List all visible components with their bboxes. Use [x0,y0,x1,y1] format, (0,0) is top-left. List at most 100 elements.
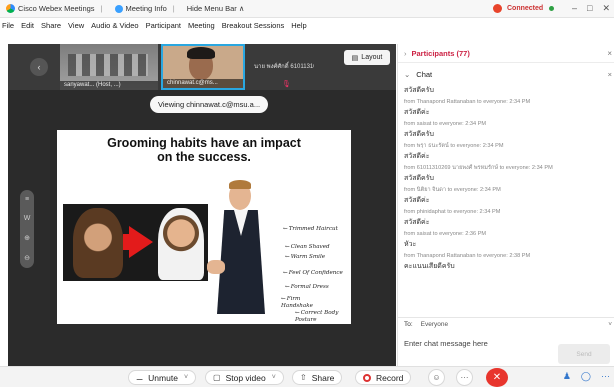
chat-recipient-select[interactable]: To: Everyone ˅ [398,317,614,331]
menu-share[interactable]: Share [41,21,61,30]
menu-edit[interactable]: Edit [21,21,34,30]
chat-message-text: คะแนนเสียดีครับ [404,263,455,270]
participants-header[interactable]: › Participants (77) × [398,44,614,63]
menu-file[interactable]: File [2,21,14,30]
layout-icon: ▤ [351,54,359,62]
meeting-info-label: Meeting Info [125,4,167,13]
share-label: Share [311,372,335,383]
microphone-muted-icon: ⚊ [136,373,144,382]
chat-message-meta: from Thanapond Rattanaban to everyone: 2… [404,253,531,259]
viewing-indicator[interactable]: Viewing chinnawat.c@msu.a... [150,96,269,113]
end-meeting-button[interactable]: ✕ [486,368,508,387]
slide-title-line-1: Grooming habits have an impact [107,136,301,150]
close-window-button[interactable]: ✕ [602,3,610,14]
annotation-formal-dress: Formal Dress [285,284,329,290]
zoom-out-icon[interactable]: ⊖ [24,254,30,262]
annotation-tools-icon[interactable]: ≡ [25,196,29,203]
video-thumbnail-participant[interactable]: นาย พงศ์ศักดิ์ 61011310115 🎙 [248,44,314,90]
side-panel: › Participants (77) × ⌄ Chat × สวัสดีครั… [397,44,614,366]
muted-mic-icon: 🎙 [282,81,291,88]
participants-title: Participants (77) [411,48,470,58]
layout-label: Layout [361,54,383,61]
menu-audio-video[interactable]: Audio & Video [91,21,138,30]
more-panels-icon[interactable]: ··· [601,371,610,382]
close-chat-button[interactable]: × [608,70,612,79]
chat-message-text: หัวะ [404,241,417,248]
chevron-right-icon: › [404,48,407,58]
slide-title: Grooming habits have an impact on the su… [57,136,351,164]
reactions-button[interactable]: ☺ [428,369,445,386]
groomed-man-image [158,208,204,280]
chat-message-meta: from นิติยา จินดา to everyone: 2:34 PM [404,187,501,193]
close-participants-button[interactable]: × [607,49,612,58]
unmute-label: Unmute [148,372,178,383]
filmstrip-prev-button[interactable]: ‹ [30,58,48,76]
chat-header[interactable]: ⌄ Chat × [398,67,614,81]
unmute-button[interactable]: ⚊ Unmute ˅ [128,370,197,385]
chat-message-input[interactable] [404,336,554,350]
businessman-image [207,180,273,316]
to-label: To: [404,321,413,328]
video-filmstrip: ‹ sanyawat... (Host, ...) chinnawat.c@ms… [8,44,396,90]
chat-message-text: สวัสดีครับ [404,175,434,182]
stop-video-button[interactable]: ▢ Stop video ˅ [205,370,284,385]
annotation-correct-body-posture: Correct Body Posture [295,310,341,324]
annotation-trimmed-haircut: Trimmed Haircut [283,226,338,232]
annotation-warm-smile: Warm Smile [285,254,325,260]
window-controls: – □ ✕ [572,3,610,14]
info-icon [114,4,123,13]
connection-dot-icon [549,6,555,11]
participant-video [187,47,215,80]
app-title: Cisco Webex Meetings [6,4,95,13]
menu-meeting[interactable]: Meeting [188,21,215,30]
minimize-button[interactable]: – [572,3,577,14]
classroom-video [68,54,148,76]
share-button[interactable]: ⇧ Share [292,370,343,385]
before-after-image [63,204,208,281]
record-label: Record [376,372,404,383]
hide-menu-bar-button[interactable]: Hide Menu Bar ∧ [187,4,245,13]
meeting-stage: ‹ sanyawat... (Host, ...) chinnawat.c@ms… [8,44,396,366]
webex-logo-icon [6,4,15,13]
recording-indicator-icon [493,4,502,13]
video-camera-icon: ▢ [213,373,221,382]
record-button[interactable]: Record [355,370,412,385]
connection-status[interactable]: Connected [493,4,555,13]
stop-video-label: Stop video [225,372,266,383]
layout-button[interactable]: ▤ Layout [344,50,390,65]
participants-panel-icon[interactable]: ♟ [563,371,571,382]
chat-message-meta: from phinidaphat to everyone: 2:34 PM [404,209,501,215]
zoom-in-icon[interactable]: ⊕ [24,234,30,242]
annotation-toolbar: ≡ W ⊕ ⊖ [20,190,34,268]
more-options-button[interactable]: ··· [456,369,473,386]
video-thumbnail-active[interactable]: chinnawat.c@ms... [161,44,245,90]
video-thumbnail-host[interactable]: sanyawat... (Host, ...) [60,44,158,90]
menu-participant[interactable]: Participant [146,21,181,30]
chevron-down-icon[interactable]: ˅ [184,374,188,381]
chevron-down-icon[interactable]: ˅ [272,374,276,381]
title-bar: Cisco Webex Meetings | Meeting Info | Hi… [0,0,614,18]
annotation-clean-shaved: Clean Shaved [285,244,330,250]
chat-message-meta: from saisat to everyone: 2:36 PM [404,231,487,237]
chat-message-text: สวัสดีค่ะ [404,197,430,204]
chat-message-text: สวัสดีค่ะ [404,109,430,116]
menu-help[interactable]: Help [291,21,306,30]
slide-title-line-2: on the success. [157,150,251,164]
recipient-value: Everyone [420,321,449,328]
chat-panel-icon[interactable]: ◯ [581,371,591,382]
maximize-button[interactable]: □ [587,3,592,14]
chat-message-text: สวัสดีครับ [404,87,434,94]
thumbnail-name: นาย พงศ์ศักดิ์ 61011310115 [254,64,314,70]
send-button[interactable]: Send [558,344,610,364]
chat-message-text: สวัสดีค่ะ [404,153,430,160]
shared-slide: Grooming habits have an impact on the su… [57,130,351,324]
meeting-info-button[interactable]: Meeting Info [114,4,167,13]
panel-toggle-icons: ♟ ◯ ··· [563,371,610,382]
chat-messages[interactable]: สวัสดีครับ from Thanapond Rattanaban to … [404,85,609,309]
chat-message-meta: from saisat to everyone: 2:34 PM [404,121,487,127]
menu-bar: File Edit Share View Audio & Video Parti… [0,18,614,32]
menu-view[interactable]: View [68,21,84,30]
text-tool-icon[interactable]: W [24,215,31,222]
menu-breakout-sessions[interactable]: Breakout Sessions [222,21,285,30]
annotation-firm-handshake: Firm Handshake [281,296,325,310]
